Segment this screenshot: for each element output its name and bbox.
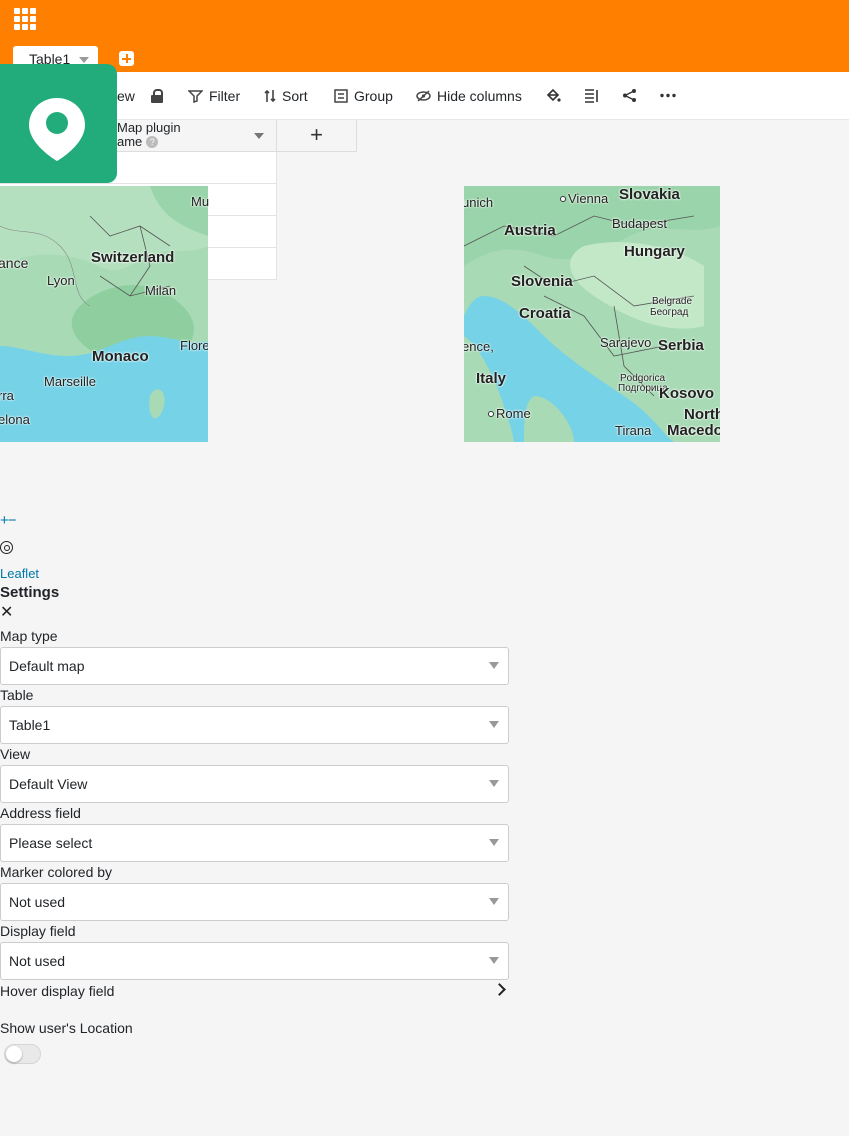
map-label: rra [0,388,14,403]
map-label: Slovenia [511,273,573,290]
display-field-label: Display field [0,923,76,939]
show-location-toggle[interactable] [4,1044,41,1064]
chevron-down-icon[interactable] [79,57,89,63]
display-field-select[interactable]: Not used [0,942,509,980]
toggle-knob [6,1046,22,1062]
chevron-down-icon [489,662,499,669]
locate-icon[interactable] [0,541,13,554]
map-label: Croatia [519,305,571,322]
map-label: Macedon [667,422,720,439]
address-field-label: Address field [0,805,81,821]
filter-icon [188,90,203,103]
map-label: Tirana [615,423,652,438]
lock-icon[interactable] [151,89,163,103]
map-tile-graphic [0,186,208,442]
sort-label: Sort [282,88,308,104]
map-label: Hungary [624,243,685,260]
chevron-down-icon [489,957,499,964]
map-type-label: Map type [0,628,58,644]
top-bar: Table1 [0,0,849,72]
map-label: Budapest [612,216,667,231]
map-label: Belgrade [652,296,693,307]
show-location-label: Show user's Location [0,1020,133,1036]
map-tile-western-europe[interactable]: ance Switzerland Lyon Milan Monaco Flore… [0,186,208,442]
marker-colored-by-label: Marker colored by [0,864,113,880]
chevron-down-icon [489,780,499,787]
map-tile-central-europe[interactable]: unich Vienna Slovakia Austria Budapest H… [464,186,720,442]
chevron-down-icon [489,839,499,846]
add-table-icon[interactable] [119,51,134,66]
filter-button[interactable]: Filter [188,87,240,105]
table-select[interactable]: Table1 [0,706,509,744]
settings-title: Settings [0,584,60,601]
view-label: View [0,746,31,762]
hide-columns-button[interactable]: Hide columns [416,87,522,105]
map-label: Vienna [560,191,608,206]
view-select[interactable]: Default View [0,765,509,803]
map-label: North [684,406,720,423]
chevron-down-icon [489,898,499,905]
map-label: Italy [476,370,507,387]
map-label: Sarajevo [600,335,652,350]
map-label: Milan [145,283,177,298]
map-label: Serbia [658,337,704,354]
apps-grid-icon[interactable] [14,8,36,30]
map-label: elona [0,412,30,427]
map-label: ence, [464,339,494,354]
map-label: Slovakia [619,186,680,203]
map-label: Marseille [44,374,97,389]
map-type-value: Default map [9,658,85,674]
zoom-controls[interactable]: +− [0,512,17,529]
address-field-select[interactable]: Please select [0,824,509,862]
display-field-value: Not used [9,953,66,969]
map-label: Switzerland [91,249,175,266]
map-label: unich [464,195,494,210]
map-label: Flore [180,338,208,353]
map-label: ance [0,255,29,271]
chevron-down-icon [489,721,499,728]
map-label: Austria [504,222,556,239]
column-name-line1: Map plugin [117,120,181,135]
table-value: Table1 [9,717,51,733]
table-label: Table [0,687,34,703]
eye-slash-icon [416,90,431,102]
group-label: Group [354,88,393,104]
row-height-icon[interactable] [584,88,599,103]
address-field-value: Please select [9,835,93,851]
sort-icon [264,89,276,103]
map-type-select[interactable]: Default map [0,647,509,685]
paint-bucket-icon[interactable] [545,88,561,104]
group-icon [334,89,348,103]
help-icon[interactable]: ? [146,136,159,148]
map-label: Monaco [92,348,149,365]
close-icon[interactable]: ✕ [0,605,13,621]
hover-display-field-label[interactable]: Hover display field [0,983,114,999]
sort-button[interactable]: Sort [264,87,308,105]
map-label: Београд [650,307,689,318]
map-label: Lyon [47,273,75,288]
map-plugin-icon[interactable] [0,64,117,183]
add-column-button[interactable]: + [277,120,357,152]
map-label: Rome [488,406,531,421]
city-dot [560,196,566,202]
map-pin-icon [29,98,85,161]
city-dot [488,411,494,417]
marker-colored-by-value: Not used [9,894,66,910]
filter-label: Filter [209,88,241,104]
column-menu-chevron-icon[interactable] [254,133,264,139]
more-options-icon[interactable] [660,93,676,98]
view-value: Default View [9,776,88,792]
map-label: Kosovo [659,385,715,402]
map-label: Mu [191,194,210,209]
share-icon[interactable] [622,88,637,103]
view-toolbar: ew Filter Sort Group Hide columns [0,72,849,120]
group-button[interactable]: Group [334,87,393,105]
leaflet-attribution-link[interactable]: Leaflet [0,566,39,581]
marker-colored-by-select[interactable]: Not used [0,883,509,921]
hide-columns-label: Hide columns [437,88,522,104]
column-name-line2: ame? [117,135,159,149]
chevron-right-icon[interactable] [493,983,506,996]
view-name[interactable]: ew [117,88,135,104]
